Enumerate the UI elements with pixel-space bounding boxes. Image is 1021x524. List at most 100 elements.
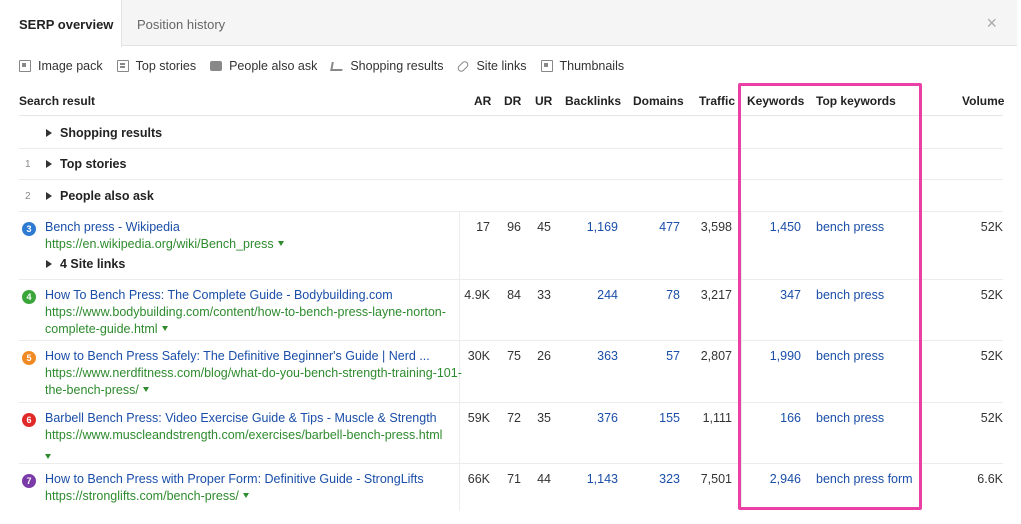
row-divider: [19, 463, 1003, 464]
cart-icon: [330, 61, 345, 71]
result-url-text[interactable]: https://en.wikipedia.org/wiki/Bench_pres…: [45, 237, 274, 251]
cell-dr: 75: [507, 349, 521, 363]
filter-label: Image pack: [38, 59, 103, 73]
cell-dr: 96: [507, 220, 521, 234]
cell-ur: 33: [537, 288, 551, 302]
position-badge: 3: [22, 222, 36, 236]
image-icon: [19, 60, 31, 72]
filter-top-stories[interactable]: Top stories: [116, 59, 196, 73]
column-divider: [741, 211, 742, 511]
row-divider: [19, 179, 1003, 180]
filter-shopping-results[interactable]: Shopping results: [330, 59, 443, 73]
row-divider: [19, 340, 1003, 341]
cell-ar: 66K: [467, 472, 490, 486]
result-url[interactable]: https://stronglifts.com/bench-press/: [45, 488, 465, 505]
close-icon[interactable]: ×: [986, 13, 997, 33]
cell-keywords[interactable]: 2,946: [770, 472, 801, 486]
row-position: 2: [25, 191, 31, 202]
table-header: Search result AR DR UR Backlinks Domains…: [19, 86, 1004, 116]
result-title-link[interactable]: How To Bench Press: The Complete Guide -…: [45, 288, 393, 302]
cell-ar: 59K: [467, 411, 490, 425]
cell-top-keyword[interactable]: bench press: [816, 411, 884, 425]
sitelinks-label: 4 Site links: [60, 257, 126, 271]
filter-thumbnails[interactable]: Thumbnails: [540, 59, 625, 73]
filter-site-links[interactable]: Site links: [456, 59, 527, 73]
cell-backlinks[interactable]: 363: [597, 349, 618, 363]
chat-icon: [210, 61, 223, 71]
position-badge: 4: [22, 290, 36, 304]
row-divider: [19, 211, 1003, 212]
cell-backlinks[interactable]: 1,169: [587, 220, 618, 234]
result-url-text[interactable]: https://www.bodybuilding.com/content/how…: [45, 305, 446, 336]
filter-people-also-ask[interactable]: People also ask: [210, 59, 317, 73]
result-title-link[interactable]: How to Bench Press Safely: The Definitiv…: [45, 349, 430, 363]
link-icon: [456, 59, 471, 73]
result-url-text[interactable]: https://www.nerdfitness.com/blog/what-do…: [45, 366, 462, 397]
cell-ur: 44: [537, 472, 551, 486]
cell-domains[interactable]: 323: [659, 472, 680, 486]
cell-top-keyword[interactable]: bench press: [816, 288, 884, 302]
column-domains[interactable]: Domains: [633, 94, 684, 108]
cell-keywords[interactable]: 1,450: [770, 220, 801, 234]
result-title-link[interactable]: Bench press - Wikipedia: [45, 220, 180, 234]
cell-top-keyword[interactable]: bench press: [816, 220, 884, 234]
expand-triangle-icon: [46, 192, 52, 200]
result-url-text[interactable]: https://www.muscleandstrength.com/exerci…: [45, 428, 442, 442]
cell-top-keyword[interactable]: bench press: [816, 349, 884, 363]
result-url[interactable]: https://en.wikipedia.org/wiki/Bench_pres…: [45, 236, 465, 253]
result-url-text[interactable]: https://stronglifts.com/bench-press/: [45, 489, 239, 503]
column-search-result[interactable]: Search result: [19, 94, 95, 108]
cell-traffic: 1,111: [702, 411, 732, 425]
row-label: Shopping results: [60, 126, 163, 140]
row-label: Top stories: [60, 157, 127, 171]
result-title-link[interactable]: Barbell Bench Press: Video Exercise Guid…: [45, 411, 437, 425]
cell-backlinks[interactable]: 1,143: [587, 472, 618, 486]
cell-dr: 84: [507, 288, 521, 302]
cell-domains[interactable]: 477: [659, 220, 680, 234]
position-badge: 5: [22, 351, 36, 365]
column-ar[interactable]: AR: [474, 94, 491, 108]
cell-keywords[interactable]: 347: [780, 288, 801, 302]
filter-image-pack[interactable]: Image pack: [19, 59, 103, 73]
chevron-down-icon[interactable]: [242, 493, 249, 498]
cell-volume: 52K: [980, 288, 1003, 302]
filter-label: People also ask: [229, 59, 318, 73]
filter-label: Thumbnails: [559, 59, 625, 73]
column-divider: [920, 211, 921, 511]
cell-keywords[interactable]: 1,990: [770, 349, 801, 363]
column-dr[interactable]: DR: [504, 94, 521, 108]
tab-serp-overview[interactable]: SERP overview: [0, 0, 122, 47]
column-traffic[interactable]: Traffic: [699, 94, 735, 108]
position-badge: 7: [22, 474, 36, 488]
cell-top-keyword[interactable]: bench press form: [816, 472, 913, 486]
cell-domains[interactable]: 57: [666, 349, 680, 363]
result-title-link[interactable]: How to Bench Press with Proper Form: Def…: [45, 472, 424, 486]
result-url[interactable]: https://www.nerdfitness.com/blog/what-do…: [45, 365, 465, 399]
chevron-down-icon[interactable]: [45, 454, 51, 459]
column-ur[interactable]: UR: [535, 94, 552, 108]
result-url[interactable]: https://www.muscleandstrength.com/exerci…: [45, 427, 465, 444]
cell-dr: 72: [507, 411, 521, 425]
cell-volume: 52K: [980, 349, 1003, 363]
column-backlinks[interactable]: Backlinks: [565, 94, 621, 108]
cell-domains[interactable]: 155: [659, 411, 680, 425]
serp-feature-filters: Image pack Top stories People also ask S…: [19, 57, 638, 75]
chevron-down-icon[interactable]: [161, 326, 168, 331]
expand-triangle-icon: [46, 129, 52, 137]
cell-keywords[interactable]: 166: [780, 411, 801, 425]
column-volume[interactable]: Volume: [962, 94, 1004, 108]
cell-backlinks[interactable]: 244: [597, 288, 618, 302]
chevron-down-icon[interactable]: [277, 241, 284, 246]
result-url[interactable]: https://www.bodybuilding.com/content/how…: [45, 304, 465, 338]
cell-ar: 30K: [467, 349, 490, 363]
tab-position-history[interactable]: Position history: [137, 0, 225, 46]
cell-backlinks[interactable]: 376: [597, 411, 618, 425]
cell-domains[interactable]: 78: [666, 288, 680, 302]
column-top-keywords[interactable]: Top keywords: [816, 94, 896, 108]
cell-traffic: 2,807: [700, 349, 732, 363]
column-keywords[interactable]: Keywords: [747, 94, 804, 108]
chevron-down-icon[interactable]: [142, 387, 149, 392]
cell-traffic: 3,598: [700, 220, 732, 234]
cell-ur: 26: [537, 349, 551, 363]
expand-triangle-icon: [46, 260, 52, 268]
